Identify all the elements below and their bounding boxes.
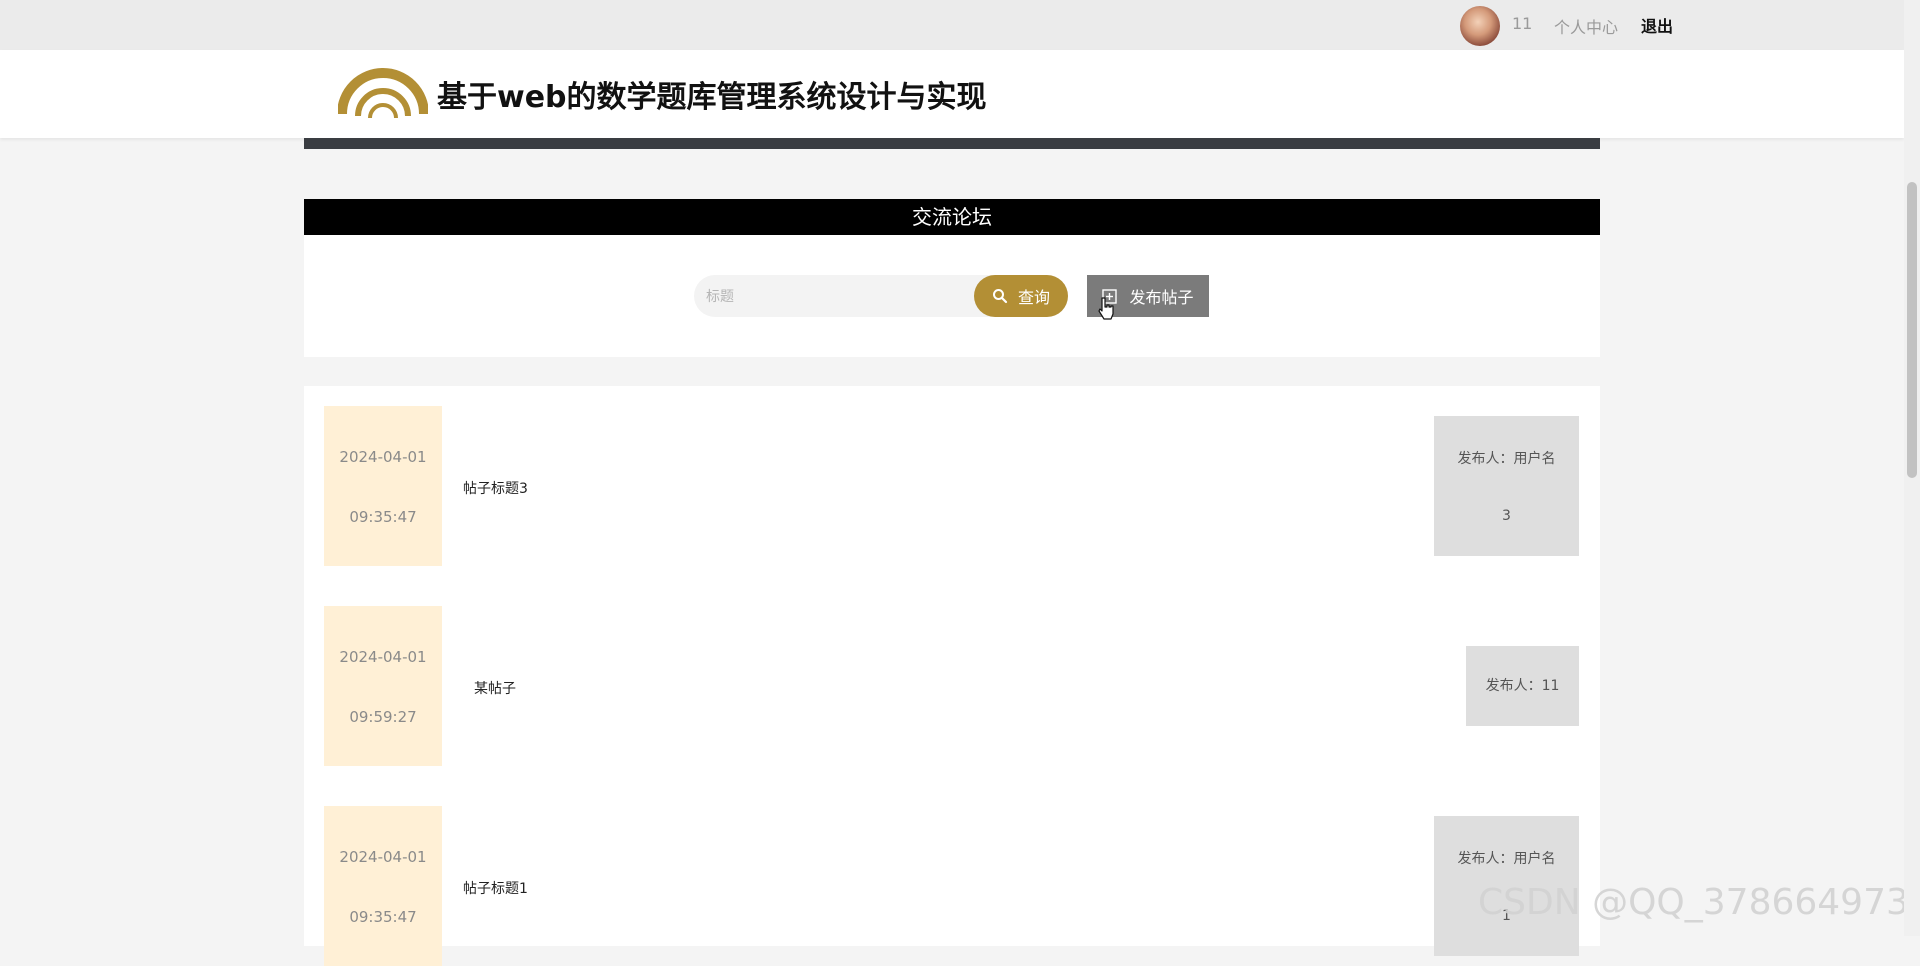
post-author: 发布人：用户名: [1457, 851, 1556, 867]
search-input[interactable]: [694, 275, 994, 317]
post-time: 09:35:47: [349, 908, 417, 926]
post-date-box: 2024-04-01 09:35:47: [324, 406, 442, 566]
search-icon: [992, 289, 1008, 304]
search-button-label: 查询: [1017, 288, 1050, 307]
scrollbar-thumb[interactable]: [1907, 182, 1917, 478]
post-author: 发布人：用户名: [1457, 451, 1556, 467]
pointer-cursor-icon: [1098, 297, 1114, 320]
search-button[interactable]: 查询: [974, 275, 1068, 317]
avatar[interactable]: [1460, 6, 1500, 46]
post-item[interactable]: 2024-04-01 09:35:47 帖子标题1 发布人：用户名 1: [304, 786, 1600, 966]
post-date: 2024-04-01: [339, 448, 427, 466]
publish-button-label: 发布帖子: [1129, 288, 1194, 307]
search-panel: 查询 发布帖子: [304, 235, 1600, 357]
top-bar: 11 个人中心 退出: [0, 0, 1920, 50]
personal-center-link[interactable]: 个人中心: [1554, 14, 1618, 38]
post-title[interactable]: 帖子标题3: [463, 478, 528, 498]
site-title: 基于web的数学题库管理系统设计与实现: [437, 80, 987, 115]
post-author: 发布人：11: [1485, 678, 1560, 694]
section-title: 交流论坛: [304, 199, 1600, 235]
username: 11: [1512, 14, 1533, 33]
logout-link[interactable]: 退出: [1641, 13, 1673, 37]
nav-strip: [304, 138, 1600, 149]
post-item[interactable]: 2024-04-01 09:59:27 某帖子 发布人：11: [304, 586, 1600, 766]
post-title[interactable]: 帖子标题1: [463, 878, 528, 898]
site-header: 基于web的数学题库管理系统设计与实现: [0, 50, 1904, 138]
post-date-box: 2024-04-01 09:35:47: [324, 806, 442, 966]
post-author-box: 发布人：11: [1466, 646, 1579, 726]
post-extra: 3: [1502, 508, 1511, 524]
post-item[interactable]: 2024-04-01 09:35:47 帖子标题3 发布人：用户名 3: [304, 386, 1600, 566]
post-date-box: 2024-04-01 09:59:27: [324, 606, 442, 766]
post-date: 2024-04-01: [339, 648, 427, 666]
post-author-box: 发布人：用户名 3: [1434, 416, 1579, 556]
post-date: 2024-04-01: [339, 848, 427, 866]
post-list: 2024-04-01 09:35:47 帖子标题3 发布人：用户名 3 2024…: [304, 386, 1600, 966]
watermark: CSDN @QQ_3786649731: [1478, 882, 1920, 923]
post-time: 09:59:27: [349, 708, 417, 726]
logo-icon: [338, 68, 428, 119]
scrollbar[interactable]: [1904, 0, 1920, 936]
post-time: 09:35:47: [349, 508, 417, 526]
post-title[interactable]: 某帖子: [474, 678, 516, 698]
